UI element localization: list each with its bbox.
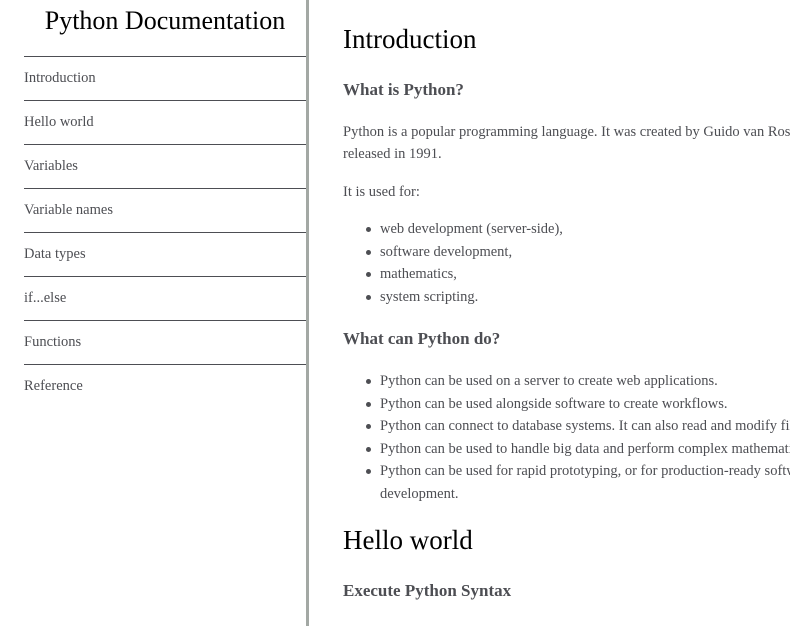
list-item: software development, [343, 241, 563, 264]
bullet-icon [366, 249, 371, 255]
list-item: system scripting. [343, 286, 563, 309]
list-item: Python can be used on a server to create… [343, 370, 790, 393]
what-can-python-do-heading: What can Python do? [343, 329, 501, 348]
intro-paragraph-line-2: released in 1991. [343, 146, 442, 162]
used-for-list: web development (server-side), software … [343, 218, 563, 308]
list-item: Python can be used alongside software to… [343, 393, 790, 416]
capabilities-list: Python can be used on a server to create… [343, 370, 790, 505]
sidebar-title: Python Documentation [24, 0, 306, 57]
main-content: Introduction What is Python? Python is a… [343, 0, 790, 626]
list-item-text: web development (server-side), [380, 221, 563, 237]
nav-link-hello-world[interactable]: Hello world [24, 101, 306, 145]
list-item-text: software development, [380, 243, 513, 260]
list-item: mathematics, [343, 263, 563, 286]
list-item-text: development. [380, 485, 459, 502]
list-item-text: Python can connect to database systems. … [380, 418, 790, 434]
list-item: Python can connect to database systems. … [343, 415, 790, 438]
nav-link-if-else[interactable]: if...else [24, 277, 306, 321]
intro-paragraph-line-1: Python is a popular programming language… [343, 124, 790, 140]
bullet-icon [366, 424, 371, 429]
list-item-text: Python can be used to handle big data an… [380, 440, 790, 457]
used-for-label: It is used for: [343, 184, 420, 200]
nav-link-introduction[interactable]: Introduction [24, 57, 306, 101]
bullet-icon [366, 272, 371, 277]
bullet-icon [366, 379, 371, 384]
list-item-text: Python can be used alongside software to… [380, 395, 728, 412]
list-item-text: mathematics, [380, 266, 457, 282]
list-item-text: system scripting. [380, 288, 479, 305]
nav-link-variable-names[interactable]: Variable names [24, 189, 306, 233]
bullet-icon [366, 401, 371, 407]
hello-world-title: Hello world [343, 525, 473, 555]
bullet-icon [366, 469, 371, 474]
nav-link-functions[interactable]: Functions [24, 321, 306, 365]
bullet-icon [366, 227, 371, 232]
what-is-python-heading: What is Python? [343, 80, 464, 99]
list-item: web development (server-side), [343, 218, 563, 241]
bullet-icon [366, 446, 371, 452]
list-item-text: Python can be used for rapid prototyping… [380, 463, 790, 479]
list-item-text: Python can be used on a server to create… [380, 373, 718, 389]
nav-list: Introduction Hello world Variables Varia… [24, 57, 306, 408]
list-item: Python can be used for rapid prototyping… [343, 460, 790, 483]
bullet-icon [366, 294, 371, 300]
execute-python-syntax-heading: Execute Python Syntax [343, 581, 512, 600]
list-item-continuation: development. [343, 483, 790, 506]
nav-link-data-types[interactable]: Data types [24, 233, 306, 277]
list-item: Python can be used to handle big data an… [343, 438, 790, 461]
introduction-title: Introduction [343, 24, 477, 54]
nav-link-reference[interactable]: Reference [24, 365, 306, 408]
nav-link-variables[interactable]: Variables [24, 145, 306, 189]
sidebar-nav: Python Documentation Introduction Hello … [0, 0, 309, 626]
